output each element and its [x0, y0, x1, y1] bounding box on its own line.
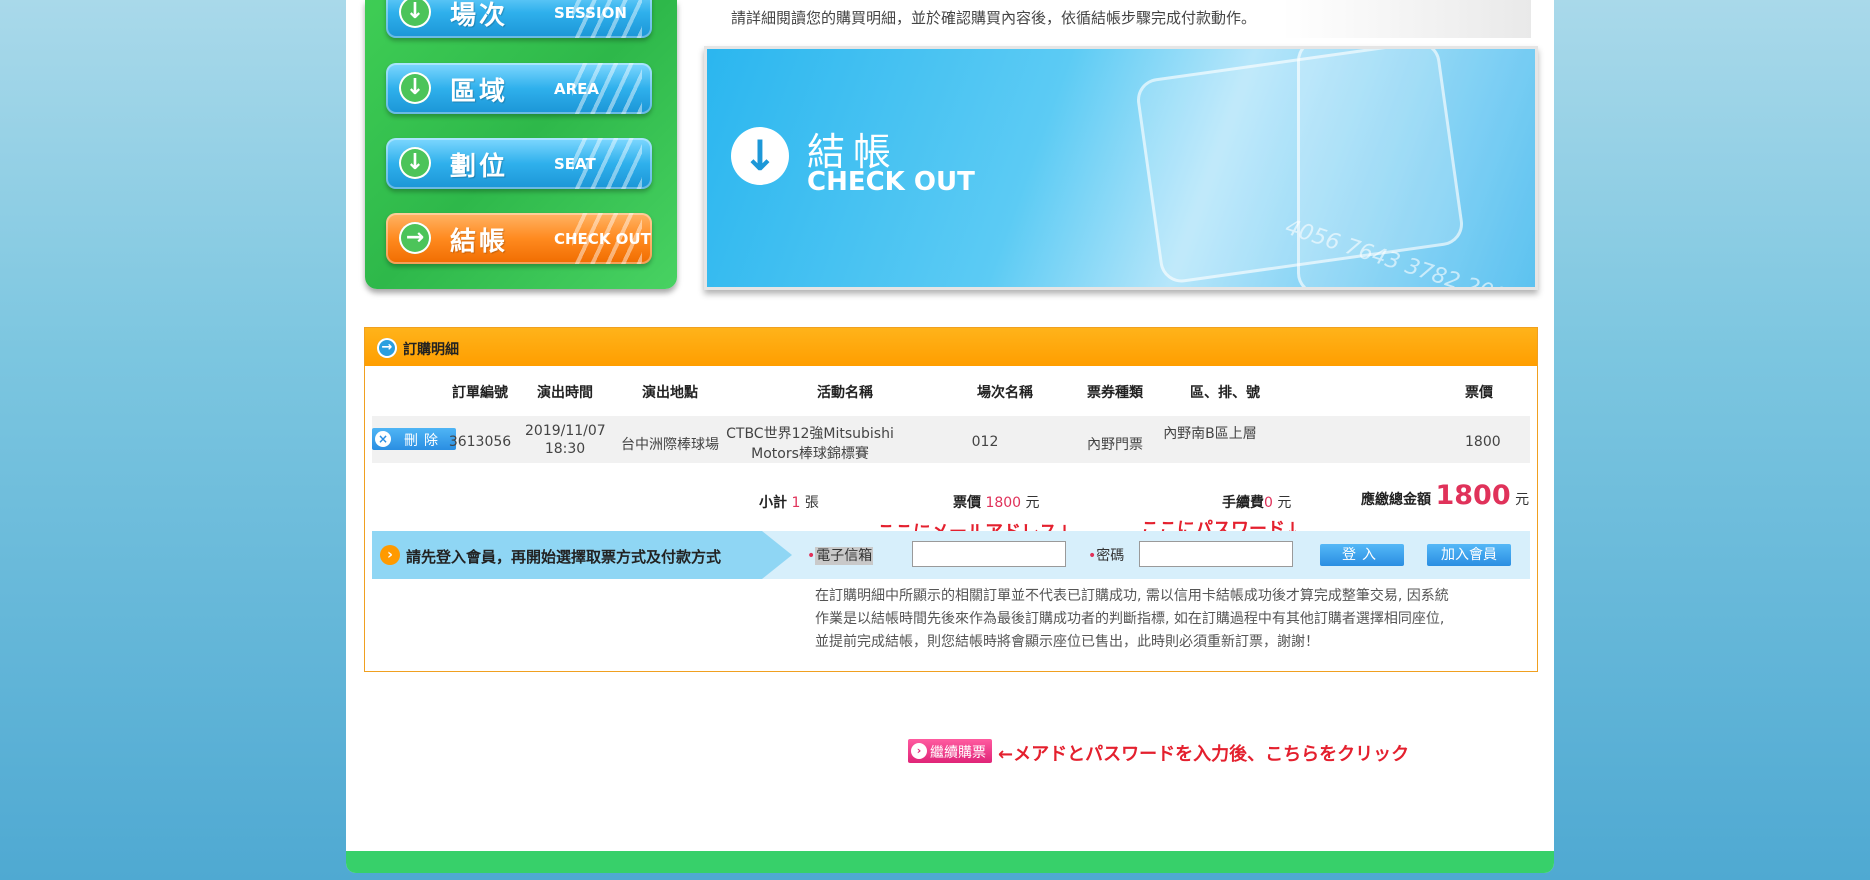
arrow-right-icon: › — [911, 743, 927, 759]
subtotal-label: 小計 — [759, 495, 787, 511]
col-venue: 演出地點 — [642, 385, 698, 401]
arrow-down-icon: ↓ — [399, 72, 431, 104]
subtotal: 小計 1 張 — [759, 492, 819, 512]
step-seat-button[interactable]: ↓ 劃位 SEAT — [386, 138, 652, 189]
step-seat-en: SEAT — [554, 155, 596, 173]
arrow-right-icon: › — [380, 545, 400, 565]
step-area-en: AREA — [554, 80, 600, 98]
login-prompt: › 請先登入會員，再開始選擇取票方式及付款方式 — [372, 531, 792, 579]
login-bar: › 請先登入會員，再開始選擇取票方式及付款方式 •電子信箱 •密碼 登入 加入會… — [372, 531, 1530, 579]
email-label: •電子信箱 — [807, 547, 874, 565]
step-checkout-zh: 結帳 — [450, 227, 509, 257]
fee-label: 手續費 — [1222, 495, 1264, 511]
arrow-right-icon: → — [377, 338, 397, 358]
fee-value: 0 — [1264, 495, 1273, 511]
col-event: 活動名稱 — [817, 385, 873, 401]
cell-session: 012 — [971, 434, 999, 450]
col-ticket-type: 票券種類 — [1087, 385, 1143, 401]
subtotal-unit: 張 — [804, 495, 819, 511]
cell-time-hour: 18:30 — [544, 441, 586, 457]
arrow-right-icon: → — [399, 222, 431, 254]
login-prompt-text: 請先登入會員，再開始選擇取票方式及付款方式 — [406, 548, 722, 566]
col-session: 場次名稱 — [977, 385, 1033, 401]
note-line: 並提前完成結帳，則您結帳時將會顯示座位已售出，此時則必須重新訂票，謝謝！ — [815, 634, 1319, 650]
fee-summary: 手續費0 元 — [1222, 492, 1291, 512]
step-checkout-en: CHECK OUT — [554, 230, 651, 248]
col-price: 票價 — [1465, 385, 1493, 401]
step-seat-zh: 劃位 — [450, 152, 509, 182]
page-container: ↓ 場次 SESSION ↓ 區域 AREA ↓ 劃位 SEAT → 結帳 CH… — [346, 0, 1554, 873]
price-summary-unit: 元 — [1025, 495, 1040, 511]
cell-event-line2: Motors棒球錦標賽 — [751, 446, 869, 462]
total-unit: 元 — [1515, 492, 1530, 508]
delete-label: 刪除 — [404, 433, 444, 449]
step-session-zh: 場次 — [450, 1, 509, 31]
password-label: •密碼 — [1088, 548, 1125, 564]
continue-purchase-button[interactable]: › 繼續購票 — [908, 739, 992, 763]
page-footer — [346, 851, 1554, 873]
total-label: 應繳總金額 — [1361, 492, 1431, 508]
order-details: → 訂購明細 訂單編號 演出時間 演出地點 活動名稱 場次名稱 票券種類 區、排… — [364, 327, 1538, 672]
order-header: → 訂購明細 — [365, 328, 1537, 366]
arrow-down-icon: ↓ — [731, 127, 789, 185]
price-summary-label: 票價 — [953, 495, 981, 511]
total-value: 1800 — [1435, 480, 1511, 511]
cell-time-date: 2019/11/07 — [525, 423, 606, 439]
total-summary: 應繳總金額 1800 元 — [1361, 480, 1529, 511]
step-panel: ↓ 場次 SESSION ↓ 區域 AREA ↓ 劃位 SEAT → 結帳 CH… — [365, 0, 677, 289]
col-seat: 區、排、號 — [1190, 385, 1260, 401]
arrow-down-icon: ↓ — [399, 147, 431, 179]
note-line: 在訂購明細中所顯示的相關訂單並不代表已訂購成功, 需以信用卡結帳成功後才算完成整… — [815, 588, 1449, 604]
notice-strip: 請詳細閱讀您的購買明細，並於確認購買內容後，依循結帳步驟完成付款動作。 — [701, 0, 1531, 38]
cell-event-line1: CTBC世界12強Mitsubishi — [726, 426, 894, 442]
arrow-down-icon: ↓ — [399, 0, 431, 28]
note-line: 作業是以結帳時間先後來作為最後訂購成功者的判斷指標, 如在訂購過程中有其他訂購者… — [815, 611, 1445, 627]
cell-seat: 內野南B區上層 — [1163, 426, 1257, 442]
password-field[interactable] — [1139, 541, 1293, 567]
price-summary-value: 1800 — [985, 495, 1022, 511]
step-checkout-button[interactable]: → 結帳 CHECK OUT — [386, 213, 652, 264]
continue-purchase-label: 繼續購票 — [930, 745, 986, 761]
delete-button[interactable]: × 刪除 — [372, 428, 456, 450]
cell-order-no: 3613056 — [448, 434, 512, 450]
cell-venue: 台中洲際棒球場 — [621, 437, 719, 453]
continue-hint-annotation: ←メアドとパスワードを入力後、こちらをクリック — [998, 744, 1410, 765]
col-time: 演出時間 — [537, 385, 593, 401]
login-button[interactable]: 登入 — [1320, 544, 1404, 566]
subtotal-count: 1 — [791, 495, 801, 511]
price-summary: 票價 1800 元 — [953, 492, 1040, 512]
banner-title-en: CHECK OUT — [807, 167, 975, 197]
step-area-button[interactable]: ↓ 區域 AREA — [386, 63, 652, 114]
checkout-banner: ↓ 結帳 CHECK OUT 4056 7643 3782 2007 — [704, 46, 1538, 290]
cell-ticket-type: 內野門票 — [1087, 437, 1143, 453]
step-session-button[interactable]: ↓ 場次 SESSION — [386, 0, 652, 38]
notice-text: 請詳細閱讀您的購買明細，並於確認購買內容後，依循結帳步驟完成付款動作。 — [731, 9, 1257, 27]
col-order-no: 訂單編號 — [452, 385, 508, 401]
fee-unit: 元 — [1277, 495, 1292, 511]
email-field[interactable] — [912, 541, 1066, 567]
cell-price: 1800 — [1465, 434, 1501, 450]
notes: 在訂購明細中所顯示的相關訂單並不代表已訂購成功, 需以信用卡結帳成功後才算完成整… — [815, 585, 1455, 654]
order-title: 訂購明細 — [403, 342, 459, 358]
step-area-zh: 區域 — [450, 77, 509, 107]
step-session-en: SESSION — [554, 4, 627, 22]
register-button[interactable]: 加入會員 — [1427, 544, 1511, 566]
close-icon: × — [375, 431, 391, 447]
